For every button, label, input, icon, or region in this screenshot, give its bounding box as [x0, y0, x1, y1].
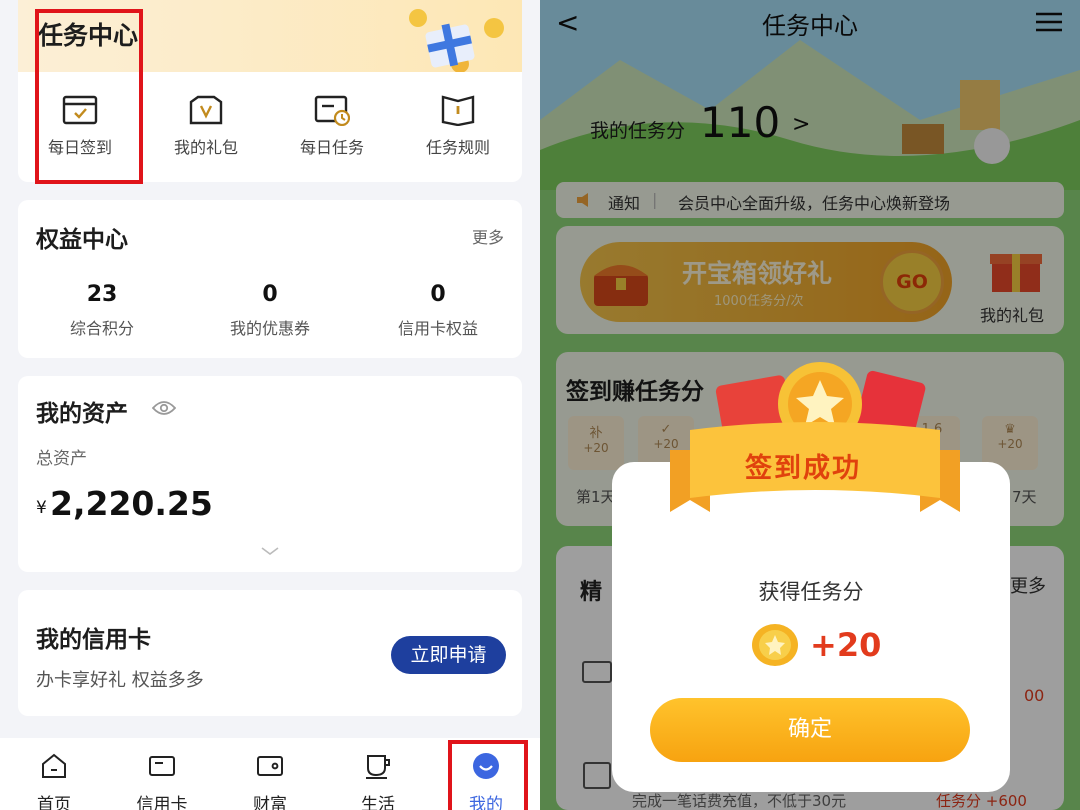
card-icon — [149, 756, 175, 776]
card-benefits-value: 0 — [430, 282, 446, 307]
tab-wealth[interactable]: 财富 — [230, 752, 310, 810]
assets-card: 我的资产 总资产 ¥ 2,220.25 — [18, 376, 522, 572]
points-stat[interactable]: 23 综合积分 — [22, 282, 182, 339]
daily-task-entry[interactable]: 每日任务 — [282, 94, 382, 158]
card-benefits-stat[interactable]: 0 信用卡权益 — [358, 282, 518, 339]
my-gift-label: 我的礼包 — [173, 138, 238, 157]
total-assets-amount: 2,220.25 — [50, 484, 213, 523]
checkin-success-title: 签到成功 — [745, 453, 861, 484]
tab-credit-card-label: 信用卡 — [136, 795, 188, 810]
tab-home-label: 首页 — [37, 795, 71, 810]
gift-decoration-icon — [409, 9, 504, 72]
task-rules-entry[interactable]: 任务规则 — [408, 94, 508, 158]
tab-life[interactable]: 生活 — [338, 752, 418, 810]
task-rules-label: 任务规则 — [425, 138, 490, 157]
left-screen: 任务中心 每日签到 我的礼包 每日任务 任务规则 权益中心 更多 23 综合积分… — [0, 0, 540, 810]
tab-wealth-label: 财富 — [253, 795, 287, 810]
chevron-down-icon[interactable] — [260, 546, 280, 556]
highlight-box-checkin — [35, 9, 143, 184]
coupons-stat[interactable]: 0 我的优惠券 — [190, 282, 350, 339]
card-benefits-label: 信用卡权益 — [397, 319, 478, 338]
currency-symbol: ¥ — [36, 498, 47, 518]
coin-icon — [752, 624, 798, 666]
coupons-label: 我的优惠券 — [229, 319, 310, 338]
points-value: 23 — [86, 282, 118, 307]
credit-card-subtitle: 办卡享好礼 权益多多 — [36, 670, 204, 691]
points-label: 综合积分 — [69, 319, 134, 338]
total-assets-label: 总资产 — [36, 449, 87, 469]
cup-icon — [366, 755, 390, 779]
wallet-icon — [257, 756, 283, 776]
apply-now-button[interactable]: 立即申请 — [391, 636, 506, 674]
eye-icon[interactable] — [152, 400, 176, 416]
gift-bag-icon — [189, 95, 223, 125]
tab-credit-card[interactable]: 信用卡 — [122, 752, 202, 810]
earn-label: 获得任务分 — [758, 580, 864, 604]
tab-life-label: 生活 — [361, 795, 395, 810]
confirm-button[interactable]: 确定 — [650, 698, 970, 762]
home-icon — [42, 753, 66, 778]
rule-book-icon — [441, 95, 475, 126]
benefits-card: 权益中心 更多 23 综合积分 0 我的优惠券 0 信用卡权益 — [18, 200, 522, 358]
task-clock-icon — [314, 95, 350, 126]
my-gift-entry[interactable]: 我的礼包 — [156, 94, 256, 158]
assets-title: 我的资产 — [36, 401, 128, 427]
benefits-more-link[interactable]: 更多 — [472, 224, 504, 248]
right-screen: < 任务中心 我的任务分 110 > 通知 | 会员中心全面升级，任务中心焕新登… — [540, 0, 1080, 810]
benefits-title: 权益中心 — [36, 227, 128, 253]
credit-card-title: 我的信用卡 — [36, 627, 151, 653]
coupons-value: 0 — [262, 282, 278, 307]
credit-card-card: 我的信用卡 办卡享好礼 权益多多 立即申请 — [18, 590, 522, 716]
earn-value: +20 — [810, 626, 882, 664]
highlight-box-mine — [448, 740, 528, 810]
tab-home[interactable]: 首页 — [14, 752, 94, 810]
daily-task-label: 每日任务 — [299, 138, 364, 157]
